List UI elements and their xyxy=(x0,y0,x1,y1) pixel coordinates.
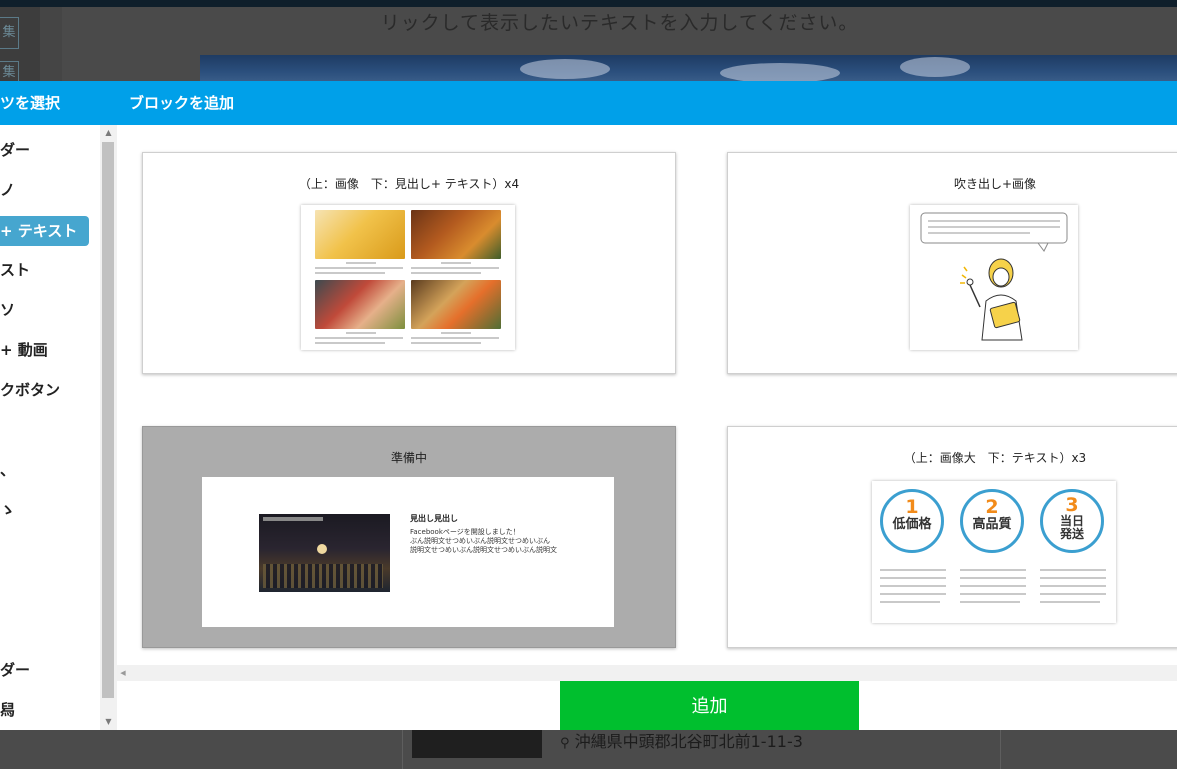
block-title: 吹き出し+画像 xyxy=(953,177,1037,191)
block-card-big-image-text-x3[interactable]: （上：画像大 下：テキスト）x3 1 低価格 2 高品質 3 当日 発送 xyxy=(727,426,1177,648)
speech-bubble-illustration xyxy=(920,212,1068,341)
video-thumbnail xyxy=(259,514,390,592)
add-button[interactable]: 追加 xyxy=(560,681,859,730)
scrollbar-thumb[interactable] xyxy=(102,142,114,698)
background-divider xyxy=(402,730,403,769)
background-sky-image xyxy=(200,55,1177,83)
sidebar-item-button[interactable]: クボタン xyxy=(0,379,60,401)
sidebar-item-4[interactable]: ソ xyxy=(0,299,15,321)
background-divider xyxy=(1000,730,1001,769)
block-grid: （上：画像 下：見出し+ テキスト）x4 吹き出し+画像 準備中 見出し見出し … xyxy=(117,125,1177,665)
block-card-preparing: 準備中 見出し見出し Facebookページを開設しました！ ぶん説明文せつめい… xyxy=(142,426,676,648)
scroll-left-icon[interactable]: ◀ xyxy=(117,665,129,681)
sidebar-item-header[interactable]: ダー xyxy=(0,139,30,161)
sidebar-item-image-text[interactable]: + テキスト xyxy=(0,216,90,246)
block-preview-image xyxy=(910,205,1078,350)
sidebar-item-1[interactable]: ノ xyxy=(0,179,15,201)
scroll-up-icon[interactable]: ▲ xyxy=(100,125,117,141)
parts-select-label: ツを選択 xyxy=(0,94,61,112)
feature-circle-3: 3 当日 発送 xyxy=(1040,489,1104,553)
sidebar-item-video[interactable]: + 動画 xyxy=(0,339,48,361)
background-topbar xyxy=(0,0,1177,7)
background-dark-box xyxy=(412,730,542,758)
sidebar-item-footer[interactable]: ダー xyxy=(0,659,30,681)
background-edit-button: 集 xyxy=(0,17,19,49)
block-title: 準備中 xyxy=(390,451,427,465)
map-pin-icon: ⚲ xyxy=(560,736,570,751)
scroll-down-icon[interactable]: ▼ xyxy=(100,714,117,730)
sidebar-item-10[interactable]: 舄 xyxy=(0,699,15,721)
block-preview-image xyxy=(301,205,515,350)
background-header-text: リックして表示したいテキストを入力してください。 xyxy=(380,12,859,34)
video-text-3: 説明文せつめいぶん説明文せつめいぶん説明文 xyxy=(410,546,557,554)
feature-circle-2: 2 高品質 xyxy=(960,489,1024,553)
content-horizontal-scrollbar[interactable]: ◀ xyxy=(117,665,1177,681)
block-card-speech-bubble-image[interactable]: 吹き出し+画像 xyxy=(727,152,1177,374)
category-sidebar: ダー ノ + テキスト スト ソ + 動画 クボタン 、 ゝ ダー 舄 xyxy=(0,125,100,730)
video-heading: 見出し見出し xyxy=(410,514,458,523)
address-text: 沖縄県中頭郡北谷町北前1-11-3 xyxy=(574,732,803,751)
feature-circle-1: 1 低価格 xyxy=(880,489,944,553)
block-title: （上：画像大 下：テキスト）x3 xyxy=(903,451,1087,465)
block-card-image-text-x4[interactable]: （上：画像 下：見出し+ テキスト）x4 xyxy=(142,152,676,374)
sidebar-scrollbar[interactable]: ▲ ▼ xyxy=(100,125,117,730)
block-title: （上：画像 下：見出し+ テキスト）x4 xyxy=(298,177,520,191)
background-address: ⚲ 沖縄県中頭郡北谷町北前1-11-3 xyxy=(560,728,803,752)
modal-title: ブロックを追加 xyxy=(129,94,235,112)
sidebar-item-8[interactable]: ゝ xyxy=(0,499,15,521)
block-preview-image: 1 低価格 2 高品質 3 当日 発送 xyxy=(872,481,1116,623)
modal-header: ツを選択 ブロックを追加 xyxy=(0,81,1177,125)
sidebar-item-7[interactable]: 、 xyxy=(0,459,15,481)
background-edit-button-2: 集 xyxy=(0,61,19,83)
modal-footer: 追加 xyxy=(117,681,1177,730)
block-preview-image: 見出し見出し Facebookページを開設しました！ ぶん説明文せつめいぶん説明… xyxy=(202,477,614,627)
sidebar-item-text[interactable]: スト xyxy=(0,259,30,281)
